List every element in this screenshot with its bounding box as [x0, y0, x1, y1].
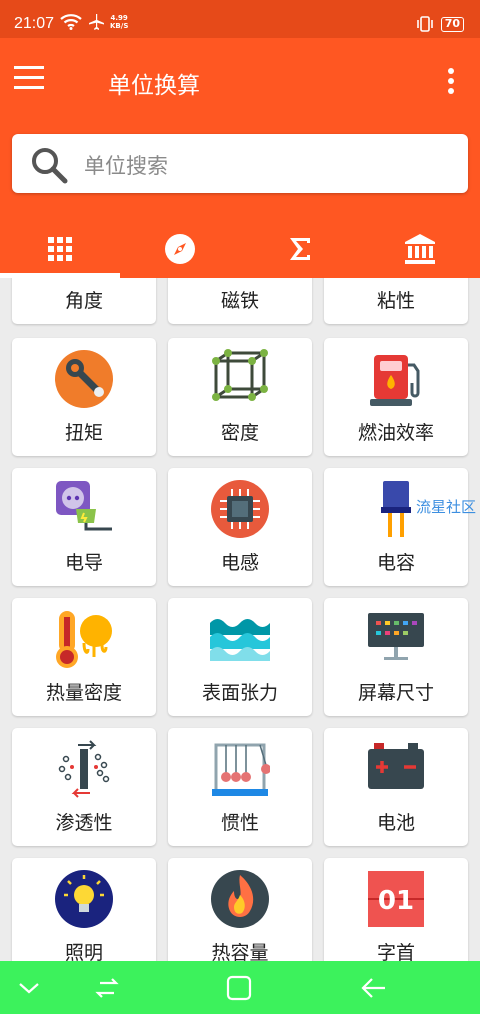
waves-icon: [210, 619, 270, 661]
unit-label: 热容量: [211, 942, 269, 961]
wifi-icon: [60, 14, 82, 30]
unit-card-magnet[interactable]: 磁铁: [168, 278, 312, 324]
nav-recent-apps-button[interactable]: [92, 973, 122, 1003]
prefix-icon-text: 01: [378, 886, 414, 916]
search-input[interactable]: 单位搜索: [12, 134, 468, 193]
unit-card-heat-capacity[interactable]: 热容量: [168, 858, 312, 961]
thermometer-sun-icon: [56, 611, 112, 668]
page-title: 单位换算: [108, 73, 200, 99]
flame-icon: [211, 870, 269, 928]
newton-cradle-icon: [212, 743, 270, 796]
unit-card-surface-tension[interactable]: 表面张力: [168, 598, 312, 716]
unit-card-viscosity[interactable]: 粘性: [324, 278, 468, 324]
wrench-gear-icon: [55, 350, 113, 408]
unit-label: 电容: [376, 552, 415, 574]
prefix-01-icon: 01: [368, 871, 424, 927]
net-speed: 4.99 KB/S: [110, 14, 129, 30]
unit-label: 字首: [376, 942, 415, 961]
unit-card-heat-density[interactable]: 热量密度: [12, 598, 156, 716]
plug-socket-icon: [56, 481, 112, 531]
light-bulb-icon: [55, 870, 113, 928]
unit-label: 电感: [220, 552, 259, 574]
unit-card-fuel-efficiency[interactable]: 燃油效率: [324, 338, 468, 456]
dots-vertical-icon: [448, 68, 454, 74]
nav-back-button[interactable]: [358, 973, 388, 1003]
back-arrow-icon: [361, 978, 385, 998]
compass-icon: [165, 234, 195, 264]
bank-icon: [405, 234, 435, 264]
unit-card-screen-size[interactable]: 屏幕尺寸: [324, 598, 468, 716]
unit-label: 粘性: [376, 290, 415, 312]
hamburger-icon: [14, 66, 44, 69]
unit-label: 电池: [376, 812, 415, 834]
unit-card-battery[interactable]: 电池: [324, 728, 468, 846]
tab-compass[interactable]: [120, 220, 240, 278]
sigma-icon: [290, 238, 310, 260]
unit-label: 扭矩: [64, 422, 103, 444]
unit-card-inertia[interactable]: 惯性: [168, 728, 312, 846]
unit-label: 表面张力: [201, 682, 278, 704]
search-icon: [32, 148, 68, 184]
home-square-icon: [226, 975, 252, 1001]
app-bar: 单位换算 单位搜索: [0, 38, 480, 278]
vibrate-icon: [416, 16, 433, 32]
recent-apps-icon: [95, 978, 119, 998]
unit-label: 渗透性: [55, 812, 113, 834]
unit-label: 照明: [64, 942, 103, 961]
battery-level: 70: [440, 16, 464, 32]
tab-all-units[interactable]: [0, 220, 120, 278]
tab-math[interactable]: [240, 220, 360, 278]
status-bar: 21:07 4.99 KB/S 70: [0, 0, 480, 38]
unit-card-conductance[interactable]: 电导: [12, 468, 156, 586]
unit-card-torque[interactable]: 扭矩: [12, 338, 156, 456]
unit-card-prefix[interactable]: 01 字首: [324, 858, 468, 961]
status-time: 21:07: [14, 15, 55, 32]
unit-label: 燃油效率: [357, 422, 434, 444]
permeability-icon: [58, 740, 110, 798]
unit-label: 屏幕尺寸: [357, 682, 434, 704]
grid-icon: [48, 237, 72, 261]
chip-icon: [211, 480, 269, 538]
unit-card-illumination[interactable]: 照明: [12, 858, 156, 961]
unit-label: 角度: [64, 290, 103, 312]
unit-label: 热量密度: [45, 682, 122, 704]
nav-home-button[interactable]: [224, 973, 254, 1003]
unit-label: 电导: [64, 552, 103, 574]
nav-collapse-button[interactable]: [14, 973, 44, 1003]
unit-card-permeability[interactable]: 渗透性: [12, 728, 156, 846]
fuel-pump-icon: [370, 355, 420, 406]
chevron-down-icon: [19, 983, 39, 994]
monitor-icon: [368, 613, 424, 660]
search-placeholder: 单位搜索: [84, 154, 168, 178]
unit-label: 磁铁: [220, 290, 259, 312]
unit-card-angle[interactable]: 角度: [12, 278, 156, 324]
unit-label: 惯性: [220, 812, 259, 834]
unit-card-capacitance[interactable]: 电容: [324, 468, 468, 586]
unit-label: 密度: [220, 422, 259, 444]
more-options-button[interactable]: [446, 68, 456, 94]
battery-icon: [368, 743, 424, 789]
system-nav-bar: [0, 961, 480, 1014]
unit-card-density[interactable]: 密度: [168, 338, 312, 456]
watermark: 流星社区: [416, 498, 477, 516]
category-tabs: [0, 220, 480, 278]
unit-grid: 角度 磁铁 粘性 扭矩 密度 燃油效率 电导 电感 电容 热量密度 表面张力 屏…: [0, 278, 480, 961]
airplane-icon: [89, 14, 104, 30]
cube-frame-icon: [212, 349, 268, 401]
menu-button[interactable]: [14, 66, 46, 94]
unit-card-inductance[interactable]: 电感: [168, 468, 312, 586]
tab-finance[interactable]: [360, 220, 480, 278]
